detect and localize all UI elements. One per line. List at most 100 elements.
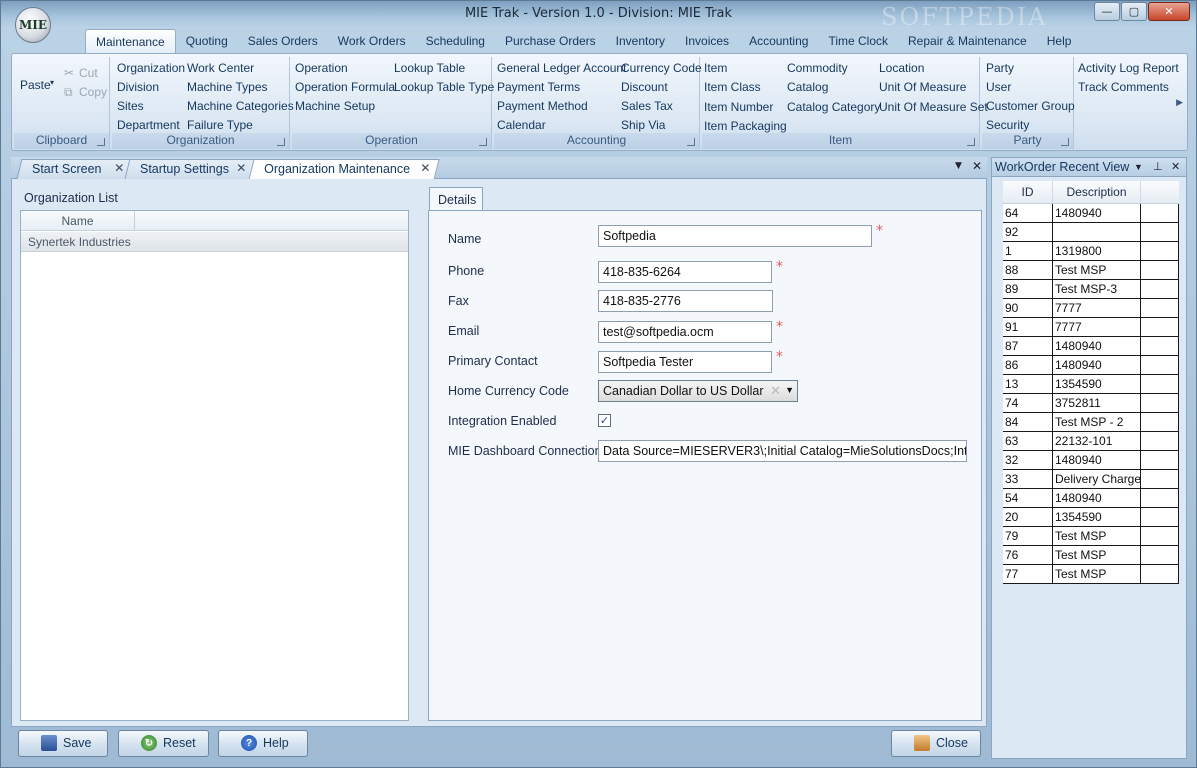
home-currency-select[interactable]: Canadian Dollar to US Dollar ✕ ▼ bbox=[598, 380, 798, 402]
table-row[interactable]: 1 1319800 bbox=[1003, 242, 1179, 261]
app-logo-icon[interactable]: MIE bbox=[15, 7, 51, 43]
ribbon-tab-help[interactable]: Help bbox=[1037, 29, 1082, 53]
column-header-id[interactable]: ID bbox=[1003, 181, 1053, 203]
table-row[interactable]: 89 Test MSP-3 bbox=[1003, 280, 1179, 299]
ribbon-item-department[interactable]: Department bbox=[117, 118, 180, 132]
table-row[interactable]: 74 3752811 bbox=[1003, 394, 1179, 413]
ribbon-item-track-comments[interactable]: Track Comments bbox=[1078, 80, 1169, 94]
table-row[interactable]: 79 Test MSP bbox=[1003, 527, 1179, 546]
table-row[interactable]: 33 Delivery Charge bbox=[1003, 470, 1179, 489]
ribbon-item-party[interactable]: Party bbox=[986, 61, 1014, 75]
dashboard-connection-field[interactable]: Data Source=MIESERVER3\;Initial Catalog=… bbox=[598, 440, 967, 462]
dialog-launcher-icon[interactable] bbox=[479, 138, 487, 146]
list-item[interactable]: Synertek Industries bbox=[21, 232, 408, 252]
ribbon-item-machine-types[interactable]: Machine Types bbox=[187, 80, 268, 94]
ribbon-item-discount[interactable]: Discount bbox=[621, 80, 668, 94]
ribbon-tab-invoices[interactable]: Invoices bbox=[675, 29, 739, 53]
ribbon-item-ship-via[interactable]: Ship Via bbox=[621, 118, 665, 132]
ribbon-item-item-number[interactable]: Item Number bbox=[704, 100, 773, 114]
table-row[interactable]: 90 7777 bbox=[1003, 299, 1179, 318]
ribbon-item-item[interactable]: Item bbox=[704, 61, 727, 75]
table-row[interactable]: 92 bbox=[1003, 223, 1179, 242]
close-window-button[interactable]: ✕ bbox=[1148, 2, 1190, 21]
ribbon-item-catalog[interactable]: Catalog bbox=[787, 80, 828, 94]
table-row[interactable]: 84 Test MSP - 2 bbox=[1003, 413, 1179, 432]
ribbon-item-failure-type[interactable]: Failure Type bbox=[187, 118, 253, 132]
dialog-launcher-icon[interactable] bbox=[687, 138, 695, 146]
table-row[interactable]: 20 1354590 bbox=[1003, 508, 1179, 527]
close-tab-icon[interactable]: ✕ bbox=[420, 161, 430, 175]
ribbon-item-user[interactable]: User bbox=[986, 80, 1011, 94]
table-row[interactable]: 63 22132-101 bbox=[1003, 432, 1179, 451]
tab-list-dropdown-icon[interactable]: ▼ bbox=[955, 161, 962, 171]
ribbon-item-lookup-table-type[interactable]: Lookup Table Type bbox=[394, 80, 494, 94]
minimize-button[interactable]: — bbox=[1094, 2, 1120, 21]
table-row[interactable]: 76 Test MSP bbox=[1003, 546, 1179, 565]
table-row[interactable]: 88 Test MSP bbox=[1003, 261, 1179, 280]
ribbon-tab-repair-maintenance[interactable]: Repair & Maintenance bbox=[898, 29, 1037, 53]
ribbon-item-unit-of-measure[interactable]: Unit Of Measure bbox=[879, 80, 966, 94]
ribbon-item-unit-of-measure-set[interactable]: Unit Of Measure Set bbox=[879, 100, 988, 114]
ribbon-tab-sales-orders[interactable]: Sales Orders bbox=[238, 29, 328, 53]
ribbon-tab-work-orders[interactable]: Work Orders bbox=[328, 29, 416, 53]
dialog-launcher-icon[interactable] bbox=[277, 138, 285, 146]
close-button[interactable]: Close bbox=[891, 730, 981, 757]
ribbon-item-machine-categories[interactable]: Machine Categories bbox=[187, 99, 294, 113]
maximize-button[interactable]: ▢ bbox=[1121, 2, 1147, 21]
ribbon-tab-time-clock[interactable]: Time Clock bbox=[818, 29, 898, 53]
table-row[interactable]: 54 1480940 bbox=[1003, 489, 1179, 508]
dialog-launcher-icon[interactable] bbox=[1061, 138, 1069, 146]
reset-button[interactable]: ↻ Reset bbox=[118, 730, 209, 757]
dialog-launcher-icon[interactable] bbox=[967, 138, 975, 146]
ribbon-item-general-ledger-account[interactable]: General Ledger Account bbox=[497, 61, 626, 75]
ribbon-item-location[interactable]: Location bbox=[879, 61, 924, 75]
paste-dropdown-icon[interactable]: ▾ bbox=[50, 78, 54, 87]
help-button[interactable]: ? Help bbox=[218, 730, 308, 757]
tab-details[interactable]: Details bbox=[429, 187, 483, 211]
tab-organization-maintenance[interactable]: Organization Maintenance ✕ bbox=[248, 159, 440, 180]
integration-enabled-checkbox[interactable]: ✓ bbox=[598, 414, 611, 427]
ribbon-item-sites[interactable]: Sites bbox=[117, 99, 144, 113]
ribbon-item-calendar[interactable]: Calendar bbox=[497, 118, 546, 132]
ribbon-item-customer-group[interactable]: Customer Group bbox=[986, 99, 1075, 113]
ribbon-item-commodity[interactable]: Commodity bbox=[787, 61, 848, 75]
ribbon-tab-scheduling[interactable]: Scheduling bbox=[416, 29, 495, 53]
fax-field[interactable]: 418-835-2776 bbox=[598, 290, 773, 312]
ribbon-item-activity-log-report[interactable]: Activity Log Report bbox=[1078, 61, 1179, 75]
close-tab-icon[interactable]: ✕ bbox=[114, 161, 124, 175]
name-field[interactable]: Softpedia bbox=[598, 225, 872, 247]
clear-icon[interactable]: ✕ bbox=[770, 383, 781, 399]
ribbon-item-operation[interactable]: Operation bbox=[295, 61, 348, 75]
ribbon-item-machine-setup[interactable]: Machine Setup bbox=[295, 99, 375, 113]
ribbon-item-item-packaging[interactable]: Item Packaging bbox=[704, 119, 787, 133]
ribbon-item-security[interactable]: Security bbox=[986, 118, 1029, 132]
ribbon-item-sales-tax[interactable]: Sales Tax bbox=[621, 99, 673, 113]
close-document-icon[interactable]: ✕ bbox=[972, 159, 982, 173]
ribbon-tab-purchase-orders[interactable]: Purchase Orders bbox=[495, 29, 606, 53]
table-row[interactable]: 91 7777 bbox=[1003, 318, 1179, 337]
table-row[interactable]: 87 1480940 bbox=[1003, 337, 1179, 356]
table-row[interactable]: 64 1480940 bbox=[1003, 204, 1179, 223]
table-row[interactable]: 32 1480940 bbox=[1003, 451, 1179, 470]
ribbon-item-payment-method[interactable]: Payment Method bbox=[497, 99, 588, 113]
chevron-down-icon[interactable]: ▼ bbox=[785, 385, 794, 395]
table-row[interactable]: 86 1480940 bbox=[1003, 356, 1179, 375]
ribbon-item-operation-formula[interactable]: Operation Formula bbox=[295, 80, 395, 94]
phone-field[interactable]: 418-835-6264 bbox=[598, 261, 772, 283]
ribbon-item-organization[interactable]: Organization bbox=[117, 61, 185, 75]
paste-button[interactable]: Paste bbox=[20, 78, 51, 92]
dialog-launcher-icon[interactable] bbox=[97, 138, 105, 146]
ribbon-item-item-class[interactable]: Item Class bbox=[704, 80, 761, 94]
save-button[interactable]: Save bbox=[18, 730, 108, 757]
ribbon-item-currency-code[interactable]: Currency Code bbox=[621, 61, 702, 75]
ribbon-tab-inventory[interactable]: Inventory bbox=[606, 29, 675, 53]
cut-button[interactable]: Cut bbox=[79, 66, 98, 80]
copy-button[interactable]: Copy bbox=[79, 85, 107, 99]
close-panel-icon[interactable]: ✕ bbox=[1171, 160, 1180, 173]
email-field[interactable]: test@softpedia.ocm bbox=[598, 321, 772, 343]
table-row[interactable]: 13 1354590 bbox=[1003, 375, 1179, 394]
ribbon-item-payment-terms[interactable]: Payment Terms bbox=[497, 80, 580, 94]
ribbon-scroll-right-icon[interactable]: ▶ bbox=[1176, 98, 1183, 108]
table-row[interactable]: 77 Test MSP bbox=[1003, 565, 1179, 584]
ribbon-item-division[interactable]: Division bbox=[117, 80, 159, 94]
